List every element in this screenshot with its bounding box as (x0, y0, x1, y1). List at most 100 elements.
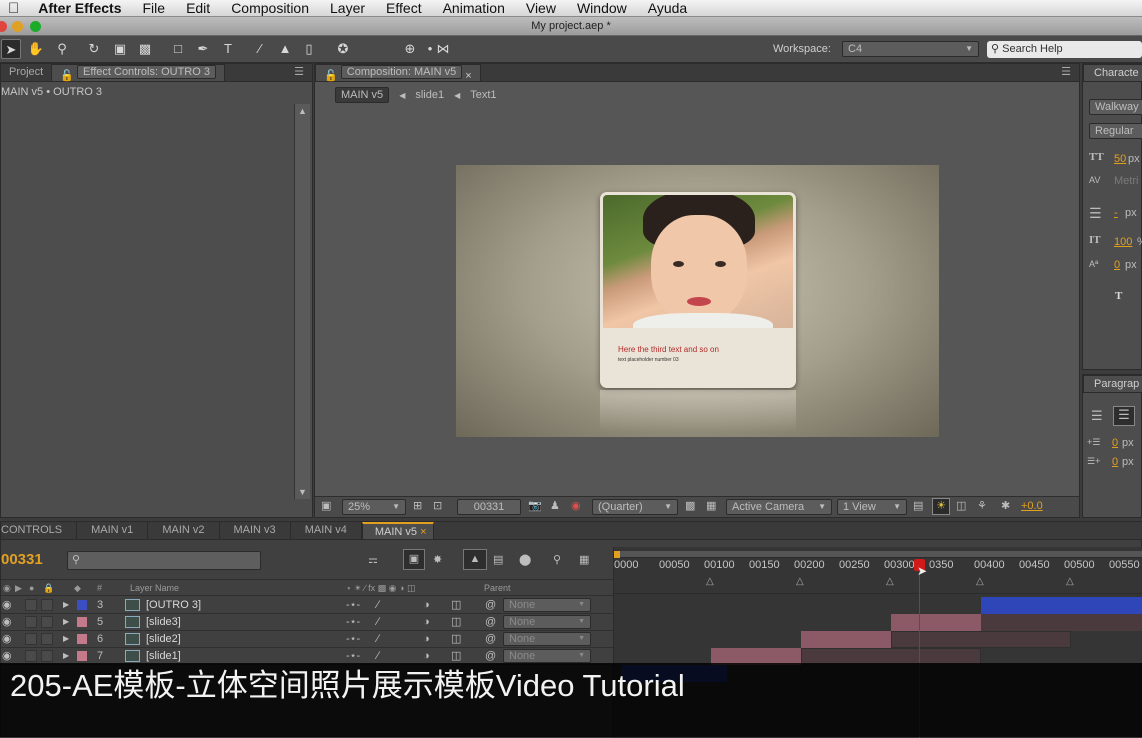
parent-dropdown[interactable]: None ▼ (503, 632, 591, 646)
font-size-value[interactable]: 50 (1114, 153, 1126, 165)
tab-main-v5[interactable]: MAIN v5 × (361, 522, 434, 539)
tab-main-v2[interactable]: MAIN v2 (148, 522, 220, 539)
layer-row[interactable]: ◉ ▶ 5 [slide3] -⋆- ∕ ◑ ◫ @ None ▼ (1, 614, 613, 631)
3d-layer-switch-icon[interactable]: ◫ (451, 631, 461, 647)
exposure-value[interactable]: +0.0 (1021, 500, 1043, 512)
quality-switch-icon[interactable]: ∕ (377, 631, 379, 647)
comp-marker-icon[interactable]: △ (706, 576, 714, 587)
tab-main-v1[interactable]: MAIN v1 (77, 522, 149, 539)
motion-blur-icon[interactable]: ⬤ (519, 553, 531, 566)
baseline-shift-value[interactable]: 0 (1114, 259, 1120, 271)
menu-view[interactable]: View (526, 0, 556, 17)
lock-checkbox[interactable] (41, 650, 53, 662)
layer-name[interactable]: [slide2] (146, 631, 181, 647)
layer-name-column[interactable]: Layer Name (130, 580, 179, 596)
hand-tool-icon[interactable]: ✋ (26, 39, 46, 59)
faux-bold-button[interactable]: T (1115, 290, 1122, 302)
3d-layer-switch-icon[interactable]: ◫ (451, 597, 461, 613)
align-left-icon[interactable]: ☰ (1091, 408, 1103, 424)
quality-switch-icon[interactable]: ∕ (377, 648, 379, 664)
menu-file[interactable]: File (143, 0, 166, 17)
breadcrumb-text1[interactable]: Text1 (470, 89, 496, 101)
3d-layer-switch-icon[interactable]: ◫ (451, 614, 461, 630)
space-before-value[interactable]: 0 (1112, 456, 1118, 468)
toggle-pixel-aspect-icon[interactable]: ▤ (913, 499, 923, 512)
zoom-tool-icon[interactable]: ⚲ (52, 39, 72, 59)
font-family-dropdown[interactable]: Walkway (1089, 99, 1142, 115)
motion-blur-switch-icon[interactable]: ◑ (423, 597, 430, 613)
menu-effect[interactable]: Effect (386, 0, 422, 17)
scroll-up-icon[interactable]: ▲ (298, 106, 307, 116)
solo-checkbox[interactable] (25, 616, 37, 628)
tab-controls[interactable]: CONTROLS (1, 522, 78, 539)
pick-whip-icon[interactable]: @ (485, 648, 496, 664)
stroke-width-value[interactable]: - (1114, 207, 1118, 219)
motion-blur-switch-icon[interactable]: ◑ (423, 614, 430, 630)
parent-dropdown[interactable]: None ▼ (503, 598, 591, 612)
search-help-field[interactable]: ⚲ Search Help (987, 41, 1142, 58)
layer-bar-slide3[interactable] (891, 614, 981, 631)
kerning-value[interactable]: Metri (1114, 175, 1138, 187)
expand-arrow-icon[interactable]: ▶ (63, 631, 69, 647)
apple-icon[interactable]:  (8, 0, 19, 17)
puppet-pin-tool-icon[interactable]: ✪ (333, 39, 353, 59)
pick-whip-icon[interactable]: @ (485, 631, 496, 647)
magnification-dropdown[interactable]: 25% ▼ (342, 499, 406, 515)
parent-dropdown[interactable]: None ▼ (503, 615, 591, 629)
label-color-swatch[interactable] (77, 634, 87, 644)
close-icon[interactable]: × (465, 70, 471, 82)
resolution-dropdown[interactable]: (Quarter) ▼ (592, 499, 678, 515)
rotate-tool-icon[interactable]: ↻ (84, 39, 104, 59)
label-color-swatch[interactable] (77, 600, 87, 610)
menu-ayuda[interactable]: Ayuda (648, 0, 687, 17)
clone-stamp-tool-icon[interactable]: ▲ (275, 39, 295, 59)
layer-row[interactable]: ◉ ▶ 3 [OUTRO 3] -⋆- ∕ ◑ ◫ @ None ▼ (1, 597, 613, 614)
solo-checkbox[interactable] (25, 650, 37, 662)
camera-dropdown[interactable]: Active Camera ▼ (726, 499, 832, 515)
solo-checkbox[interactable] (25, 599, 37, 611)
quality-switch-icon[interactable]: ∕ (377, 597, 379, 613)
comp-marker-icon[interactable]: △ (886, 576, 894, 587)
shy-switch-icon[interactable]: -⋆- (346, 648, 360, 664)
breadcrumb-main[interactable]: MAIN v5 (335, 87, 390, 103)
indent-left-value[interactable]: 0 (1112, 437, 1118, 449)
lock-checkbox[interactable] (41, 633, 53, 645)
eye-icon[interactable]: ◉ (2, 631, 12, 647)
audio-switch-icon[interactable]: ▶ (15, 580, 22, 596)
eye-icon[interactable]: ◉ (2, 648, 12, 664)
lock-checkbox[interactable] (41, 616, 53, 628)
panel-menu-icon[interactable]: ☰ (286, 64, 312, 81)
hide-shy-layers-icon[interactable]: ▲ (463, 549, 487, 570)
motion-blur-switch-icon[interactable]: ◑ (423, 631, 430, 647)
lock-checkbox[interactable] (41, 599, 53, 611)
tab-main-v3[interactable]: MAIN v3 (220, 522, 291, 539)
camera-tool-icon[interactable]: ▣ (110, 39, 130, 59)
tab-character[interactable]: Characte (1083, 64, 1142, 81)
menu-edit[interactable]: Edit (186, 0, 210, 17)
layer-bar-slide2[interactable] (801, 631, 891, 648)
current-time-display[interactable]: 00331 (1, 551, 43, 568)
layer-name[interactable]: [slide1] (146, 648, 181, 664)
frame-blending-icon[interactable]: ▤ (493, 553, 503, 566)
lock-switch-icon[interactable]: 🔒 (43, 580, 54, 596)
minimize-window-button[interactable] (12, 21, 23, 32)
fast-previews-icon[interactable]: ☀ (932, 498, 950, 515)
zoom-window-button[interactable] (30, 21, 41, 32)
transparency-grid-icon[interactable]: ▦ (706, 499, 716, 512)
layer-name[interactable]: [slide3] (146, 614, 181, 630)
work-area-bar[interactable] (614, 551, 1142, 558)
tab-effect-controls[interactable]: 🔓 Effect Controls: OUTRO 3 (51, 64, 225, 82)
eraser-tool-icon[interactable]: ▯ (299, 39, 319, 59)
layer-bar-outro3[interactable] (981, 597, 1142, 614)
rectangle-tool-icon[interactable]: □ (168, 39, 188, 59)
label-color-swatch[interactable] (77, 617, 87, 627)
menu-window[interactable]: Window (577, 0, 627, 17)
safe-zones-icon[interactable]: ⊞ (413, 499, 422, 512)
views-dropdown[interactable]: 1 View ▼ (837, 499, 907, 515)
shy-switch-icon[interactable]: -⋆- (346, 597, 360, 613)
pick-whip-icon[interactable]: @ (485, 597, 496, 613)
quality-switch-icon[interactable]: ∕ (377, 614, 379, 630)
video-switch-icon[interactable]: ◉ (3, 580, 11, 596)
pen-tool-icon[interactable]: ✒ (193, 39, 213, 59)
font-style-dropdown[interactable]: Regular (1089, 123, 1142, 139)
